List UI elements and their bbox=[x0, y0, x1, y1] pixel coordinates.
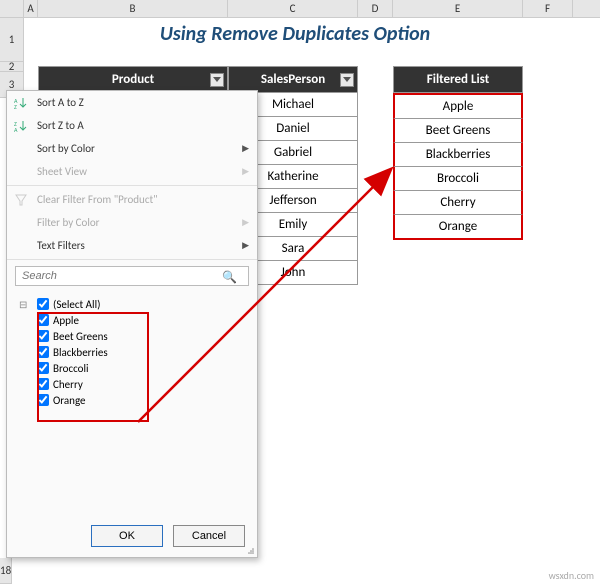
row-18[interactable]: 18 bbox=[0, 558, 12, 584]
row-2[interactable]: 2 bbox=[0, 62, 24, 72]
col-C[interactable]: C bbox=[228, 0, 358, 17]
sheet-view: Sheet View ▶ bbox=[7, 160, 257, 183]
clear-filter-icon bbox=[13, 192, 29, 208]
watermark: wsxdn.com bbox=[549, 569, 594, 582]
sort-by-color[interactable]: Sort by Color ▶ bbox=[7, 137, 257, 160]
sort-za-label: Sort Z to A bbox=[37, 119, 84, 132]
filter-button-product[interactable] bbox=[210, 73, 224, 87]
text-filters-label: Text Filters bbox=[37, 239, 85, 252]
filter-search: 🔍 bbox=[15, 266, 249, 286]
header-filtered: Filtered List bbox=[393, 66, 523, 93]
filter-item[interactable]: Orange bbox=[17, 392, 247, 408]
header-product: Product bbox=[38, 66, 228, 93]
filter-by-color-label: Filter by Color bbox=[37, 216, 99, 229]
row-1[interactable]: 1 bbox=[0, 18, 24, 62]
clear-filter: Clear Filter From "Product" bbox=[7, 188, 257, 211]
cancel-button[interactable]: Cancel bbox=[173, 525, 245, 547]
ok-button[interactable]: OK bbox=[91, 525, 163, 547]
header-sales: SalesPerson bbox=[228, 66, 358, 93]
chevron-right-icon: ▶ bbox=[242, 166, 249, 177]
col-B[interactable]: B bbox=[38, 0, 228, 17]
filter-by-color: Filter by Color ▶ bbox=[7, 211, 257, 234]
sheet-view-label: Sheet View bbox=[37, 165, 87, 178]
table-cell[interactable]: Blackberries bbox=[393, 143, 523, 167]
table-cell[interactable]: Orange bbox=[393, 215, 523, 240]
page-title: Using Remove Duplicates Option bbox=[60, 22, 530, 46]
filter-item[interactable]: Broccoli bbox=[17, 360, 247, 376]
text-filters[interactable]: Text Filters ▶ bbox=[7, 234, 257, 257]
sort-za-icon: ZA bbox=[13, 118, 29, 134]
filter-checkbox-list: ⊟(Select All) Apple Beet Greens Blackber… bbox=[15, 292, 249, 412]
sort-za[interactable]: ZA Sort Z to A bbox=[7, 114, 257, 137]
resize-grip-icon[interactable] bbox=[245, 545, 255, 555]
chevron-right-icon: ▶ bbox=[242, 217, 249, 228]
select-all-checkbox[interactable]: ⊟(Select All) bbox=[17, 296, 247, 312]
filter-item[interactable]: Cherry bbox=[17, 376, 247, 392]
separator bbox=[7, 185, 257, 186]
filter-item[interactable]: Beet Greens bbox=[17, 328, 247, 344]
sort-az-icon: AZ bbox=[13, 95, 29, 111]
sort-az-label: Sort A to Z bbox=[37, 96, 84, 109]
svg-text:Z: Z bbox=[14, 103, 17, 110]
header-sales-label: SalesPerson bbox=[261, 72, 325, 87]
separator bbox=[7, 259, 257, 260]
col-F[interactable]: F bbox=[523, 0, 573, 17]
col-D[interactable]: D bbox=[358, 0, 393, 17]
col-E[interactable]: E bbox=[393, 0, 523, 17]
filter-item[interactable]: Blackberries bbox=[17, 344, 247, 360]
header-product-label: Product bbox=[112, 72, 154, 87]
row-headers: 1 2 3 18 bbox=[0, 18, 24, 98]
header-filtered-label: Filtered List bbox=[427, 72, 489, 87]
sort-by-color-label: Sort by Color bbox=[37, 142, 95, 155]
filter-button-sales[interactable] bbox=[340, 73, 354, 87]
search-input[interactable] bbox=[15, 266, 249, 286]
search-icon: 🔍 bbox=[222, 270, 237, 285]
filter-dropdown: AZ Sort A to Z ZA Sort Z to A Sort by Co… bbox=[6, 90, 258, 558]
chevron-right-icon: ▶ bbox=[242, 143, 249, 154]
table-cell[interactable]: Cherry bbox=[393, 191, 523, 215]
table-cell[interactable]: Beet Greens bbox=[393, 119, 523, 143]
svg-text:A: A bbox=[14, 126, 18, 133]
chevron-down-icon bbox=[343, 77, 351, 82]
filter-item[interactable]: Apple bbox=[17, 312, 247, 328]
table-cell[interactable]: Broccoli bbox=[393, 167, 523, 191]
column-headers: A B C D E F bbox=[0, 0, 600, 18]
table-cell[interactable]: Apple bbox=[393, 93, 523, 119]
col-A[interactable]: A bbox=[24, 0, 38, 17]
clear-filter-label: Clear Filter From "Product" bbox=[37, 193, 158, 206]
chevron-down-icon bbox=[213, 77, 221, 82]
chevron-right-icon: ▶ bbox=[242, 240, 249, 251]
sort-az[interactable]: AZ Sort A to Z bbox=[7, 91, 257, 114]
